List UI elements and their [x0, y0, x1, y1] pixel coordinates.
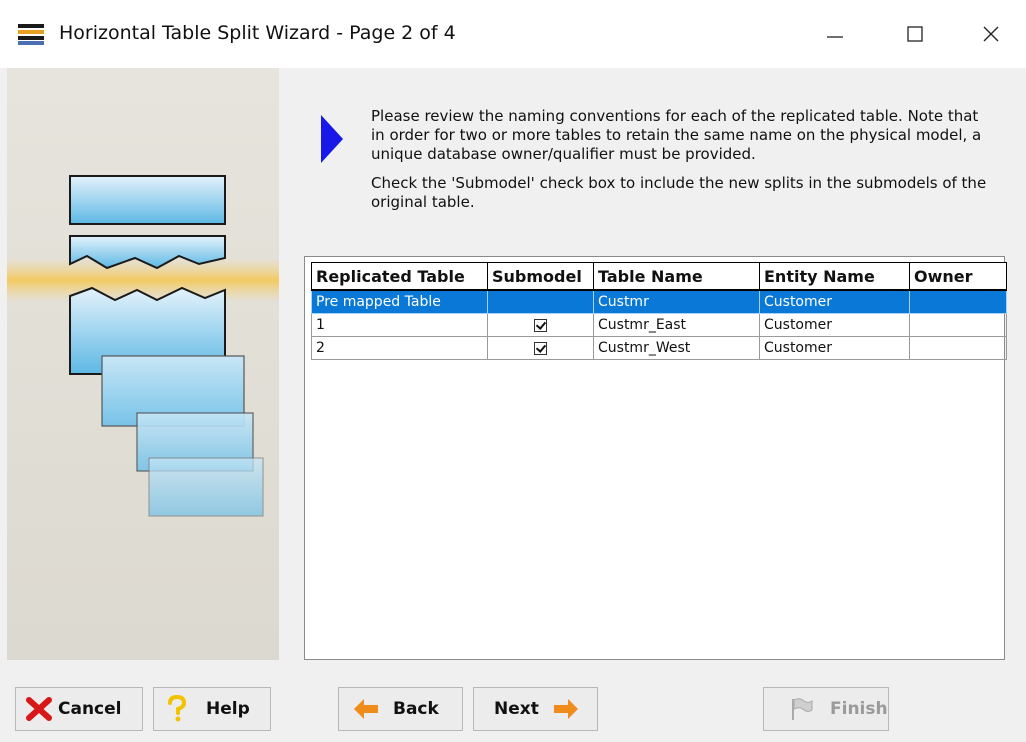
table-row[interactable]: 1 Custmr_East Customer — [311, 313, 1007, 337]
column-header-replicated-table[interactable]: Replicated Table — [311, 262, 488, 291]
submodel-cell[interactable] — [487, 289, 594, 314]
cancel-x-icon — [26, 697, 52, 721]
next-arrow-icon — [553, 699, 578, 719]
maximize-button[interactable] — [880, 12, 950, 56]
title-bar: Horizontal Table Split Wizard - Page 2 o… — [0, 0, 1026, 68]
instructions: Please review the naming conventions for… — [371, 107, 991, 222]
column-header-entity-name[interactable]: Entity Name — [759, 262, 910, 291]
instruction-naming: Please review the naming conventions for… — [371, 107, 982, 163]
column-header-table-name[interactable]: Table Name — [593, 262, 760, 291]
finish-button[interactable]: Finish — [763, 687, 889, 731]
wizard-illustration — [7, 68, 279, 660]
info-arrow-icon — [321, 115, 343, 163]
cancel-label: Cancel — [58, 699, 122, 719]
submodel-cell[interactable] — [487, 313, 594, 337]
entity-name-cell[interactable]: Customer — [759, 313, 910, 337]
back-arrow-icon — [354, 699, 378, 719]
help-label: Help — [206, 699, 250, 719]
column-header-owner[interactable]: Owner — [909, 262, 1007, 291]
next-label: Next — [494, 699, 539, 719]
submodel-cell[interactable] — [487, 336, 594, 360]
help-button[interactable]: Help — [153, 687, 271, 731]
table-split-app-icon — [18, 24, 44, 45]
cancel-button[interactable]: Cancel — [15, 687, 143, 731]
table-row[interactable]: 2 Custmr_West Customer — [311, 336, 1007, 360]
minimize-icon — [827, 36, 843, 38]
minimize-button[interactable] — [800, 12, 870, 56]
table-name-cell[interactable]: Custmr_East — [593, 313, 760, 337]
maximize-icon — [907, 26, 923, 42]
back-label: Back — [393, 699, 439, 719]
owner-cell[interactable] — [909, 313, 1007, 337]
entity-name-cell[interactable]: Customer — [759, 289, 910, 314]
entity-name-cell[interactable]: Customer — [759, 336, 910, 360]
submodel-checkbox[interactable] — [534, 341, 547, 355]
table-row[interactable]: Pre mapped Table Custmr Customer — [311, 289, 1007, 314]
table-name-cell[interactable]: Custmr — [593, 289, 760, 314]
replicated-table-cell[interactable]: Pre mapped Table — [311, 289, 488, 314]
replicated-table-cell[interactable]: 2 — [311, 336, 488, 360]
submodel-checkbox[interactable] — [534, 318, 547, 332]
help-question-icon — [168, 695, 187, 722]
table-name-cell[interactable]: Custmr_West — [593, 336, 760, 360]
next-button[interactable]: Next — [473, 687, 598, 731]
replicated-table-cell[interactable]: 1 — [311, 313, 488, 337]
owner-cell[interactable] — [909, 336, 1007, 360]
column-header-submodel[interactable]: Submodel — [487, 262, 594, 291]
finish-label: Finish — [830, 699, 888, 719]
back-button[interactable]: Back — [338, 687, 463, 731]
grid-header-row: Replicated Table Submodel Table Name Ent… — [311, 262, 1007, 291]
finish-flag-icon — [792, 698, 813, 720]
window-title: Horizontal Table Split Wizard - Page 2 o… — [59, 22, 456, 44]
close-icon — [983, 26, 999, 42]
close-button[interactable] — [956, 12, 1026, 56]
replicated-tables-grid[interactable]: Replicated Table Submodel Table Name Ent… — [304, 256, 1007, 660]
instruction-submodel: Check the 'Submodel' check box to includ… — [371, 174, 987, 211]
owner-cell[interactable] — [909, 289, 1007, 314]
